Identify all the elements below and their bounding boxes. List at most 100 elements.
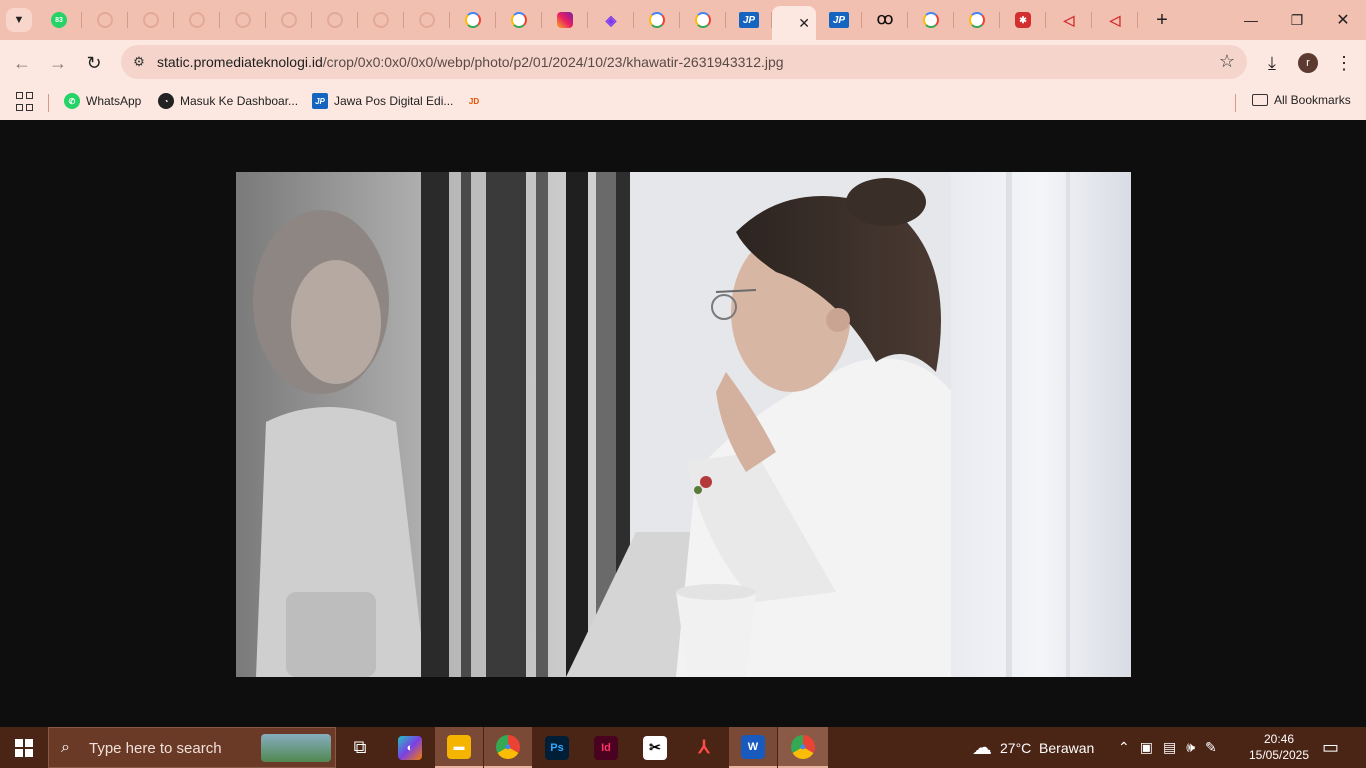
network-icon[interactable]: ▤ bbox=[1163, 739, 1176, 756]
indesign-icon: Id bbox=[594, 735, 618, 760]
clock[interactable]: 20:46 15/05/2025 bbox=[1244, 731, 1314, 763]
reload-button[interactable]: ↻ bbox=[80, 49, 108, 77]
weather-cloud-icon: ☁ bbox=[972, 737, 992, 759]
browser-tab[interactable] bbox=[312, 0, 358, 40]
google-icon bbox=[969, 12, 985, 28]
ghost-icon bbox=[143, 12, 159, 28]
browser-tab[interactable] bbox=[542, 0, 588, 40]
bookmark-star-icon[interactable]: ☆ bbox=[1219, 51, 1235, 72]
task-view-button[interactable]: ⧉ bbox=[336, 727, 384, 768]
browser-tab[interactable] bbox=[174, 0, 220, 40]
browser-tab[interactable] bbox=[496, 0, 542, 40]
ghost-icon bbox=[281, 12, 297, 28]
file-explorer-button[interactable]: ▬ bbox=[435, 727, 483, 768]
browser-tab[interactable] bbox=[908, 0, 954, 40]
search-placeholder: Type here to search bbox=[89, 740, 222, 757]
instagram-icon bbox=[557, 12, 573, 28]
city-illustration-icon bbox=[261, 734, 331, 762]
minimize-button[interactable]: — bbox=[1228, 0, 1274, 40]
indesign-button[interactable]: Id bbox=[582, 727, 630, 768]
volume-icon[interactable]: 🕪 bbox=[1186, 739, 1195, 756]
all-bookmarks-button[interactable]: All Bookmarks bbox=[1252, 93, 1351, 107]
google-icon bbox=[649, 12, 665, 28]
download-icon[interactable]: ⤓ bbox=[1258, 49, 1286, 77]
browser-tab[interactable]: ◈ bbox=[588, 0, 634, 40]
weather-text: 27°C Berawan bbox=[1000, 739, 1095, 756]
browser-tab[interactable] bbox=[680, 0, 726, 40]
word-button[interactable]: W bbox=[729, 727, 777, 768]
notification-icon[interactable]: ▭ bbox=[1322, 727, 1339, 768]
bookmark-whatsapp[interactable]: ✆ WhatsApp bbox=[64, 93, 141, 109]
close-window-button[interactable]: ✕ bbox=[1320, 0, 1366, 40]
site-info-icon[interactable]: ⚙ bbox=[127, 50, 151, 74]
browser-tab[interactable] bbox=[404, 0, 450, 40]
copilot-button[interactable]: ◐ bbox=[386, 727, 434, 768]
new-tab-button[interactable]: + bbox=[1150, 8, 1174, 32]
red-app-icon: ✱ bbox=[1015, 12, 1031, 28]
address-bar[interactable]: ⚙ static.promediateknologi.id/crop/0x0:0… bbox=[121, 45, 1247, 79]
browser-tab[interactable]: ◁ bbox=[1092, 0, 1138, 40]
capcut-button[interactable]: ✂ bbox=[631, 727, 679, 768]
tab-list: 83 ◈ JP ✕ JP Ꝏ ✱ ◁ ◁ bbox=[36, 0, 1138, 40]
arrow-left-icon: ← bbox=[13, 52, 31, 73]
url-host: static.promediateknologi.id bbox=[157, 54, 323, 70]
forward-button[interactable]: → bbox=[44, 49, 72, 77]
more-menu-icon[interactable]: ⋮ bbox=[1330, 49, 1358, 77]
back-button[interactable]: ← bbox=[8, 49, 36, 77]
photoshop-button[interactable]: Ps bbox=[533, 727, 581, 768]
url-path: /crop/0x0:0x0/0x0/webp/photo/p2/01/2024/… bbox=[322, 54, 784, 70]
chrome-button[interactable]: ● bbox=[484, 727, 532, 768]
chevron-up-icon[interactable]: ⌃ bbox=[1118, 739, 1130, 756]
taskbar-search-box[interactable]: ⌕ Type here to search bbox=[48, 727, 336, 768]
browser-tab[interactable]: JP bbox=[726, 0, 772, 40]
browser-tab[interactable]: Ꝏ bbox=[862, 0, 908, 40]
browser-tab[interactable]: 83 bbox=[36, 0, 82, 40]
browser-tab[interactable]: ✱ bbox=[1000, 0, 1046, 40]
url-text[interactable]: static.promediateknologi.id/crop/0x0:0x0… bbox=[157, 54, 784, 70]
avatar: r bbox=[1298, 53, 1318, 73]
chrome-profile-button[interactable]: ● bbox=[778, 727, 828, 768]
ghost-icon bbox=[97, 12, 113, 28]
browser-tab-active[interactable]: ✕ bbox=[772, 6, 816, 40]
ghost-icon bbox=[189, 12, 205, 28]
profile-button[interactable]: r bbox=[1294, 49, 1322, 77]
bookmark-label: Masuk Ke Dashboar... bbox=[180, 94, 299, 108]
dashboard-icon: ◔ bbox=[158, 93, 174, 109]
meet-now-icon[interactable]: ▣ bbox=[1140, 739, 1153, 756]
chrome-icon: ● bbox=[791, 734, 815, 759]
whatsapp-icon: 83 bbox=[51, 12, 67, 28]
bookmarks-separator bbox=[1235, 94, 1236, 112]
apps-grid-icon[interactable] bbox=[16, 92, 36, 112]
browser-tab[interactable] bbox=[128, 0, 174, 40]
bookmark-dashboard[interactable]: ◔ Masuk Ke Dashboar... bbox=[158, 93, 298, 109]
browser-tab[interactable] bbox=[954, 0, 1000, 40]
acrobat-button[interactable]: ⅄ bbox=[680, 727, 728, 768]
browser-tab[interactable] bbox=[82, 0, 128, 40]
start-button[interactable] bbox=[0, 727, 48, 768]
search-icon: ⌕ bbox=[61, 739, 70, 756]
close-icon[interactable]: ✕ bbox=[798, 15, 810, 32]
browser-tab[interactable] bbox=[450, 0, 496, 40]
oo-icon: Ꝏ bbox=[876, 13, 894, 27]
bookmark-jdih[interactable]: JD bbox=[466, 93, 482, 109]
tab-search-button[interactable]: ▼ bbox=[6, 8, 32, 32]
browser-tab[interactable] bbox=[266, 0, 312, 40]
folder-icon bbox=[1252, 94, 1268, 106]
restore-button[interactable]: ❐ bbox=[1274, 0, 1320, 40]
browser-tab[interactable] bbox=[358, 0, 404, 40]
browser-tab[interactable]: JP bbox=[816, 0, 862, 40]
bookmarks-separator bbox=[48, 94, 49, 112]
acrobat-icon: ⅄ bbox=[698, 737, 710, 757]
capcut-icon: ✂ bbox=[643, 735, 667, 760]
ghost-icon bbox=[419, 12, 435, 28]
browser-tab[interactable]: ◁ bbox=[1046, 0, 1092, 40]
browser-tab[interactable] bbox=[634, 0, 680, 40]
browser-tab[interactable] bbox=[220, 0, 266, 40]
displayed-photo[interactable] bbox=[236, 172, 1131, 677]
windows-logo-icon bbox=[15, 738, 33, 757]
weather-widget[interactable]: ☁ 27°C Berawan bbox=[972, 727, 1094, 768]
windows-taskbar: ⌕ Type here to search ⧉ ◐ ▬ ● Ps Id ✂ ⅄ … bbox=[0, 727, 1366, 768]
pen-icon[interactable]: ✎ bbox=[1205, 739, 1217, 756]
bookmark-jawapos[interactable]: JP Jawa Pos Digital Edi... bbox=[312, 93, 453, 109]
triangle-icon: ◁ bbox=[1109, 11, 1121, 28]
